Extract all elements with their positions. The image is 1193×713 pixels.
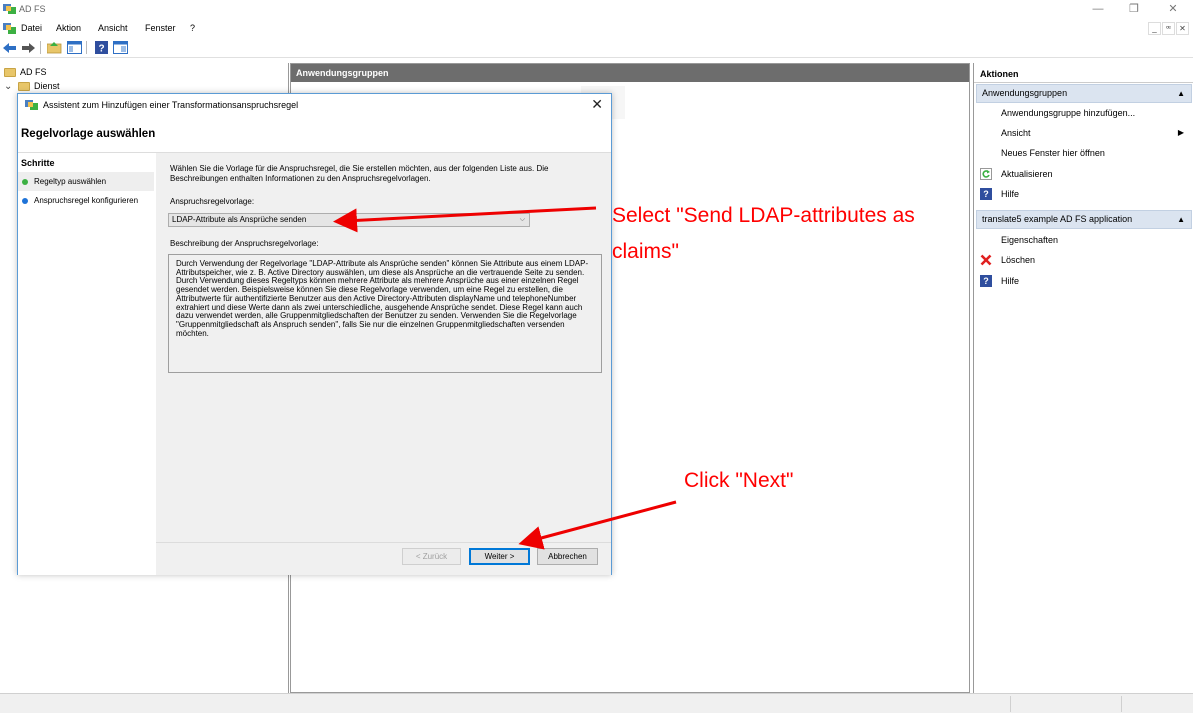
expand-chevron-icon[interactable]: ⌄	[4, 81, 18, 92]
description-label: Beschreibung der Anspruchsregelvorlage:	[170, 239, 319, 248]
folder-up-icon[interactable]	[46, 40, 62, 55]
show-hide-action-pane-icon[interactable]	[112, 40, 128, 55]
menu-help[interactable]: ?	[190, 23, 195, 33]
actions-section-translate5[interactable]: translate5 example AD FS application ▲	[976, 210, 1192, 229]
menu-datei[interactable]: Datei	[21, 23, 42, 33]
mdi-minimize-button[interactable]: _	[1148, 22, 1161, 35]
tree-item-label: Dienst	[34, 81, 60, 91]
step-regeltyp[interactable]: Regeltyp auswählen	[18, 172, 154, 191]
folder-icon	[18, 81, 30, 91]
wizard-content: Wählen Sie die Vorlage für die Anspruchs…	[156, 153, 611, 575]
dialog-heading: Regelvorlage auswählen	[21, 128, 156, 140]
help-icon[interactable]: ?	[93, 40, 109, 55]
cancel-button[interactable]: Abbrechen	[537, 548, 598, 565]
svg-text:?: ?	[98, 44, 104, 55]
action-add-application-group[interactable]: Anwendungsgruppe hinzufügen...	[974, 104, 1192, 122]
help-icon: ?	[980, 188, 992, 200]
next-button[interactable]: Weiter >	[469, 548, 530, 565]
step-anspruchsregel[interactable]: Anspruchsregel konfigurieren	[18, 191, 154, 210]
section-label: Anwendungsgruppen	[982, 88, 1068, 98]
action-label: Anwendungsgruppe hinzufügen...	[1001, 108, 1136, 118]
collapse-icon[interactable]: ▲	[1177, 85, 1185, 102]
forward-arrow-icon[interactable]	[20, 40, 36, 55]
rule-wizard-dialog: Assistent zum Hinzufügen einer Transform…	[17, 93, 612, 575]
annotation-select-line1: Select "Send LDAP-attributes as	[612, 204, 915, 227]
folder-icon	[4, 67, 16, 77]
adfs-app-icon	[3, 4, 16, 14]
collapse-icon[interactable]: ▲	[1177, 211, 1185, 228]
menu-bar: Datei Aktion Ansicht Fenster ? _ ꟹ ✕	[0, 20, 1193, 37]
restore-button[interactable]: ❐	[1114, 0, 1154, 20]
action-label: Ansicht	[1001, 128, 1031, 138]
window-title: AD FS	[19, 4, 46, 14]
dialog-close-button[interactable]: ✕	[591, 96, 603, 113]
minimize-button[interactable]: —	[1078, 0, 1118, 20]
action-properties[interactable]: Eigenschaften	[974, 231, 1192, 249]
description-box: Durch Verwendung der Regelvorlage "LDAP-…	[168, 254, 602, 373]
tree-item-adfs[interactable]: AD FS	[4, 65, 47, 79]
template-label: Anspruchsregelvorlage:	[170, 197, 255, 206]
annotation-click-next: Click "Next"	[684, 469, 794, 492]
back-arrow-icon[interactable]	[2, 40, 18, 55]
back-button[interactable]: < Zurück	[402, 548, 461, 565]
step-label: Regeltyp auswählen	[34, 177, 107, 186]
title-bar: AD FS — ❐ ✕	[0, 0, 1193, 20]
section-label: translate5 example AD FS application	[982, 214, 1133, 224]
step-status-dot-icon	[22, 198, 28, 204]
delete-icon	[980, 254, 992, 266]
chevron-down-icon: ⌵	[519, 216, 525, 223]
actions-title: Aktionen	[974, 65, 1193, 83]
status-bar	[0, 693, 1193, 713]
action-new-window[interactable]: Neues Fenster hier öffnen	[974, 144, 1192, 162]
mdi-controls: _ ꟹ ✕	[1148, 22, 1189, 36]
refresh-icon	[980, 168, 992, 180]
steps-title: Schritte	[21, 158, 55, 168]
action-label: Hilfe	[1001, 189, 1020, 199]
template-select-value: LDAP-Attribute als Ansprüche senden	[172, 215, 307, 224]
tree-item-dienst[interactable]: ⌄ Dienst	[4, 79, 60, 93]
dialog-title-bar: Assistent zum Hinzufügen einer Transform…	[18, 94, 611, 116]
menu-fenster[interactable]: Fenster	[145, 23, 176, 33]
action-help-2[interactable]: ? Hilfe	[974, 272, 1192, 290]
mmc-icon	[3, 23, 16, 34]
action-label: Hilfe	[1001, 276, 1020, 286]
wizard-steps: Schritte Regeltyp auswählen Anspruchsreg…	[18, 153, 156, 575]
step-status-dot-icon	[22, 179, 28, 185]
intro-text: Wählen Sie die Vorlage für die Anspruchs…	[170, 164, 549, 183]
toolbar-separator	[40, 41, 41, 54]
action-refresh[interactable]: Aktualisieren	[974, 165, 1192, 183]
action-label: Löschen	[1001, 255, 1036, 265]
help-icon: ?	[980, 275, 992, 287]
actions-section-anwendungsgruppen[interactable]: Anwendungsgruppen ▲	[976, 84, 1192, 103]
submenu-arrow-icon: ▶	[1177, 128, 1184, 137]
close-window-button[interactable]: ✕	[1153, 0, 1193, 20]
toolbar: ?	[0, 37, 1193, 58]
mdi-restore-button[interactable]: ꟹ	[1162, 22, 1175, 35]
step-label: Anspruchsregel konfigurieren	[34, 196, 139, 205]
divider	[156, 542, 611, 543]
action-label: Aktualisieren	[1001, 169, 1053, 179]
dialog-title: Assistent zum Hinzufügen einer Transform…	[43, 100, 299, 110]
toolbar-separator	[86, 41, 87, 54]
action-help[interactable]: ? Hilfe	[974, 185, 1192, 203]
status-cell	[1121, 696, 1122, 712]
action-label: Neues Fenster hier öffnen	[1001, 148, 1105, 158]
action-view[interactable]: Ansicht ▶	[974, 124, 1192, 142]
mdi-close-button[interactable]: ✕	[1176, 22, 1189, 35]
actions-pane: Aktionen Anwendungsgruppen ▲ Anwendungsg…	[973, 63, 1193, 693]
action-label: Eigenschaften	[1001, 235, 1059, 245]
wizard-icon	[25, 100, 38, 110]
menu-ansicht[interactable]: Ansicht	[98, 23, 128, 33]
annotation-select-line2: claims"	[612, 240, 679, 263]
result-pane-header: Anwendungsgruppen	[291, 64, 969, 82]
show-hide-tree-icon[interactable]	[66, 40, 82, 55]
action-delete[interactable]: Löschen	[974, 251, 1192, 269]
template-select[interactable]: LDAP-Attribute als Ansprüche senden ⌵	[168, 213, 530, 227]
status-cell	[1010, 696, 1011, 712]
tree-item-label: AD FS	[20, 67, 47, 77]
menu-aktion[interactable]: Aktion	[56, 23, 81, 33]
